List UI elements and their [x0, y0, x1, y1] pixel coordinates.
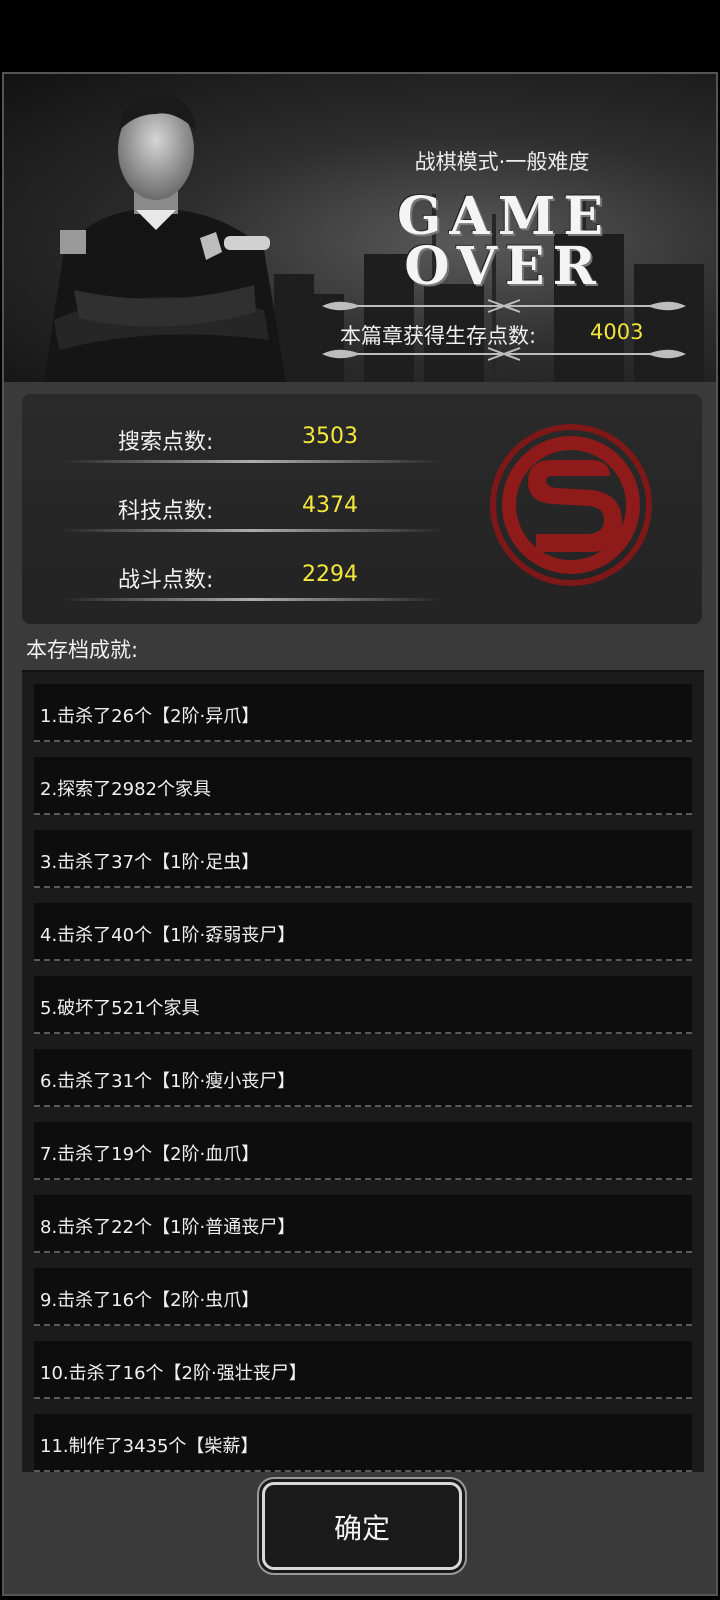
list-item: 7.击杀了19个【2阶·血爪】: [34, 1122, 692, 1180]
survival-points-value: 4003: [590, 320, 644, 344]
achievement-text: 4.击杀了40个【1阶·孬弱丧尸】: [40, 925, 296, 946]
tech-points-value: 4374: [302, 493, 358, 518]
list-item: 4.击杀了40个【1阶·孬弱丧尸】: [34, 903, 692, 961]
achievement-text: 3.击杀了37个【1阶·足虫】: [40, 852, 260, 873]
row-divider: [62, 598, 442, 601]
achievements-list[interactable]: 1.击杀了26个【2阶·异爪】 2.探索了2982个家具 3.击杀了37个【1阶…: [22, 670, 704, 1472]
status-bar: [0, 0, 720, 72]
combat-points-label: 战斗点数:: [118, 568, 214, 593]
achievements-title: 本存档成就:: [26, 638, 139, 662]
game-over-title: GAME OVER: [384, 186, 624, 297]
confirm-button[interactable]: 确定: [262, 1482, 462, 1570]
achievement-text: 8.击杀了22个【1阶·普通丧尸】: [40, 1217, 296, 1238]
s-emblem-icon: [490, 424, 652, 586]
ornament-divider-icon: [322, 347, 686, 361]
list-item: 3.击杀了37个【1阶·足虫】: [34, 830, 692, 888]
list-item: 1.击杀了26个【2阶·异爪】: [34, 684, 692, 742]
game-over-banner: 战棋模式·一般难度 GAME OVER 本篇章获得生存点数: 4003: [4, 74, 716, 382]
list-item: 6.击杀了31个【1阶·瘦小丧尸】: [34, 1049, 692, 1107]
achievement-text: 9.击杀了16个【2阶·虫爪】: [40, 1290, 260, 1311]
points-panel: 搜索点数: 3503 科技点数: 4374 战斗点数: 2294: [22, 394, 702, 624]
combat-points-row: 战斗点数: 2294: [22, 548, 492, 608]
search-points-value: 3503: [302, 424, 358, 449]
list-item: 9.击杀了16个【2阶·虫爪】: [34, 1268, 692, 1326]
tech-points-row: 科技点数: 4374: [22, 479, 492, 539]
achievement-text: 11.制作了3435个【柴薪】: [40, 1436, 259, 1457]
mode-label: 战棋模式·一般难度: [414, 150, 590, 174]
list-item: 2.探索了2982个家具: [34, 757, 692, 815]
search-points-row: 搜索点数: 3503: [22, 410, 492, 470]
row-divider: [62, 460, 442, 463]
ornament-divider-icon: [322, 299, 686, 313]
list-item: 11.制作了3435个【柴薪】: [34, 1414, 692, 1472]
achievement-text: 5.破坏了521个家具: [40, 998, 200, 1019]
list-item: 8.击杀了22个【1阶·普通丧尸】: [34, 1195, 692, 1253]
achievement-text: 1.击杀了26个【2阶·异爪】: [40, 706, 260, 727]
game-over-dialog: 战棋模式·一般难度 GAME OVER 本篇章获得生存点数: 4003 搜索点数…: [2, 72, 718, 1596]
achievement-text: 6.击杀了31个【1阶·瘦小丧尸】: [40, 1071, 296, 1092]
list-item: 10.击杀了16个【2阶·强壮丧尸】: [34, 1341, 692, 1399]
tech-points-label: 科技点数:: [118, 499, 214, 524]
list-item: 5.破坏了521个家具: [34, 976, 692, 1034]
police-officer-portrait: [44, 94, 286, 382]
achievement-text: 2.探索了2982个家具: [40, 779, 211, 800]
game-over-line-2: OVER: [404, 236, 604, 297]
achievement-text: 7.击杀了19个【2阶·血爪】: [40, 1144, 260, 1165]
app-root: 战棋模式·一般难度 GAME OVER 本篇章获得生存点数: 4003 搜索点数…: [0, 0, 720, 1600]
combat-points-value: 2294: [302, 562, 358, 587]
search-points-label: 搜索点数:: [118, 430, 214, 455]
game-over-line-1: GAME: [397, 186, 611, 247]
row-divider: [62, 529, 442, 532]
achievement-text: 10.击杀了16个【2阶·强壮丧尸】: [40, 1363, 307, 1384]
